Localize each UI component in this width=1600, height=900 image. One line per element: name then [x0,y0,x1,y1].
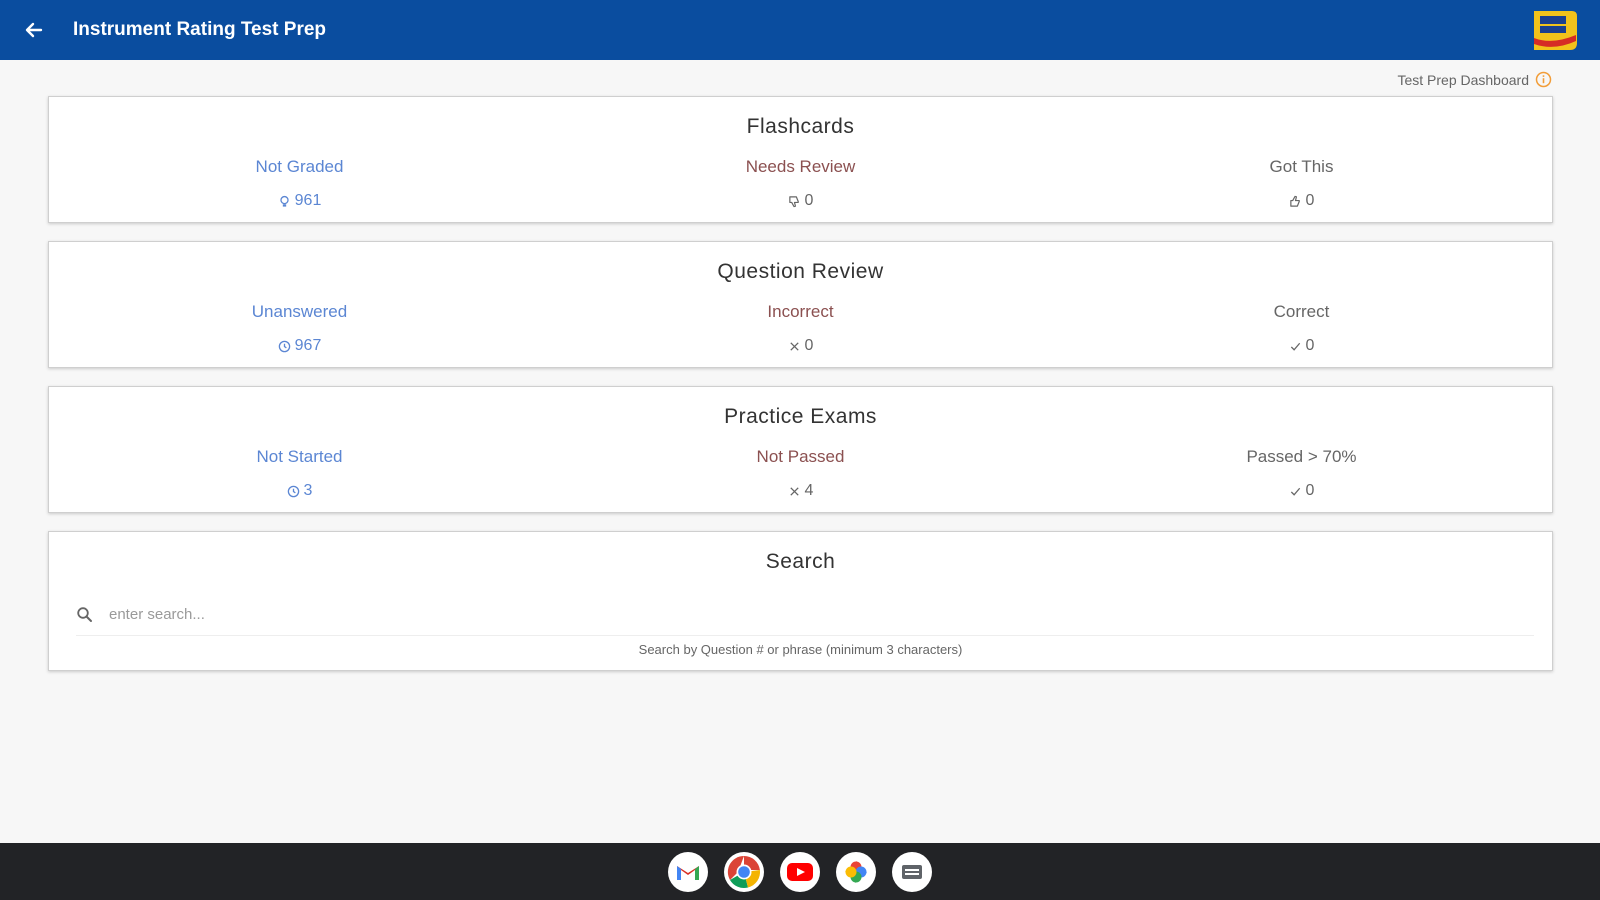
question-review-title: Question Review [717,260,884,283]
not-passed-label: Not Passed [756,447,845,466]
practice-exams-passed[interactable]: Passed > 70% 0 [1051,447,1552,500]
incorrect-label: Incorrect [767,302,834,321]
check-icon [1290,487,1300,496]
needs-review-count: 0 [804,192,814,209]
clock-icon [287,485,299,497]
question-review-incorrect[interactable]: Incorrect 0 [550,302,1051,355]
passed-count: 0 [1305,482,1315,499]
chrome-icon[interactable] [724,851,764,892]
check-icon [1290,342,1300,351]
search-input[interactable] [107,605,1534,624]
not-graded-label: Not Graded [255,157,344,176]
search-hint: Search by Question # or phrase (minimum … [638,642,963,657]
flashcards-not-graded[interactable]: Not Graded 961 [49,157,550,210]
test-prep-dashboard-link[interactable]: Test Prep Dashboard [1397,71,1552,88]
flashcards-title: Flashcards [746,115,855,138]
question-review-correct[interactable]: Correct 0 [1051,302,1552,355]
practice-exams-title: Practice Exams [724,405,877,428]
info-icon [1535,71,1552,88]
bulb-icon [279,195,289,207]
flashcards-card: Flashcards Not Graded 961 Needs Review 0… [48,96,1553,223]
not-graded-count: 961 [294,192,322,209]
clock-icon [278,340,290,352]
not-passed-count: 4 [804,482,814,499]
search-field [76,594,1534,636]
search-icon [77,607,92,622]
practice-exams-not-started[interactable]: Not Started 3 [49,447,550,500]
back-button[interactable] [17,13,51,47]
search-title: Search [765,550,836,573]
dashboard-link-label: Test Prep Dashboard [1397,71,1529,88]
question-review-card: Question Review Unanswered 967 Incorrect [48,241,1553,368]
search-card: Search Search by Question # or phrase (m… [48,531,1553,671]
not-started-count: 3 [303,482,313,499]
unanswered-label: Unanswered [251,302,348,321]
arrow-left-icon [25,22,43,38]
got-this-label: Got This [1269,157,1334,176]
not-started-label: Not Started [256,447,343,466]
gmail-icon[interactable] [668,851,708,892]
correct-count: 0 [1305,337,1315,354]
passed-label: Passed > 70% [1246,447,1357,466]
needs-review-label: Needs Review [745,157,856,176]
taskbar [0,843,1600,900]
flashcards-got-this[interactable]: Got This 0 [1051,157,1552,210]
question-review-unanswered[interactable]: Unanswered 967 [49,302,550,355]
correct-label: Correct [1273,302,1330,321]
practice-exams-card: Practice Exams Not Started 3 Not Passed [48,386,1553,513]
x-icon [789,341,799,351]
king-schools-logo [1530,7,1580,53]
got-this-count: 0 [1305,192,1315,209]
youtube-icon[interactable] [780,851,820,892]
files-icon[interactable] [892,851,932,892]
practice-exams-not-passed[interactable]: Not Passed 4 [550,447,1051,500]
app-title: Instrument Rating Test Prep [73,19,327,40]
photos-icon[interactable] [836,851,876,892]
unanswered-count: 967 [294,337,322,354]
incorrect-count: 0 [804,337,814,354]
thumbs-up-icon [1289,195,1300,207]
dashboard-main: Test Prep Dashboard Flashcards Not Grade… [0,60,1600,843]
thumbs-down-icon [788,195,799,207]
app-bar: Instrument Rating Test Prep [0,0,1600,60]
x-icon [789,486,799,496]
flashcards-needs-review[interactable]: Needs Review 0 [550,157,1051,210]
